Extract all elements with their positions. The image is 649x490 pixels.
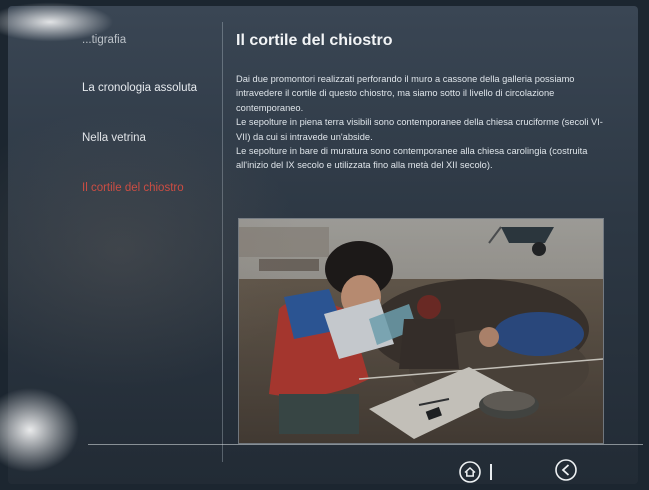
paragraph-2: Le sepolture in piena terra visibili son… [236, 117, 603, 142]
sidebar-item-nella-vetrina[interactable]: Nella vetrina [82, 132, 146, 144]
sidebar-nav: ...tigrafia La cronologia assoluta Nella… [72, 22, 223, 462]
footer-separator [490, 464, 492, 480]
kiosk-screen: ...tigrafia La cronologia assoluta Nella… [8, 6, 643, 484]
description-text: Dai due promontori realizzati perforando… [236, 72, 608, 173]
excavation-photo [238, 218, 604, 444]
home-icon [459, 461, 481, 483]
sidebar-item-stratigrafia[interactable]: ...tigrafia [82, 34, 126, 46]
content-panel: Il cortile del chiostro Dai due promonto… [228, 22, 608, 462]
page-title: Il cortile del chiostro [236, 32, 393, 49]
back-button[interactable] [554, 458, 578, 482]
paragraph-3: Le sepolture in bare di muratura sono co… [236, 146, 588, 171]
footer-divider [88, 444, 643, 445]
paragraph-1: Dai due promontori realizzati perforando… [236, 74, 575, 113]
back-arrow-icon [555, 459, 577, 481]
sidebar-item-cortile-chiostro[interactable]: Il cortile del chiostro [82, 182, 184, 194]
sidebar-item-cronologia-assoluta[interactable]: La cronologia assoluta [82, 82, 197, 94]
excavation-photo-illustration [239, 219, 603, 443]
home-button[interactable] [458, 460, 482, 484]
